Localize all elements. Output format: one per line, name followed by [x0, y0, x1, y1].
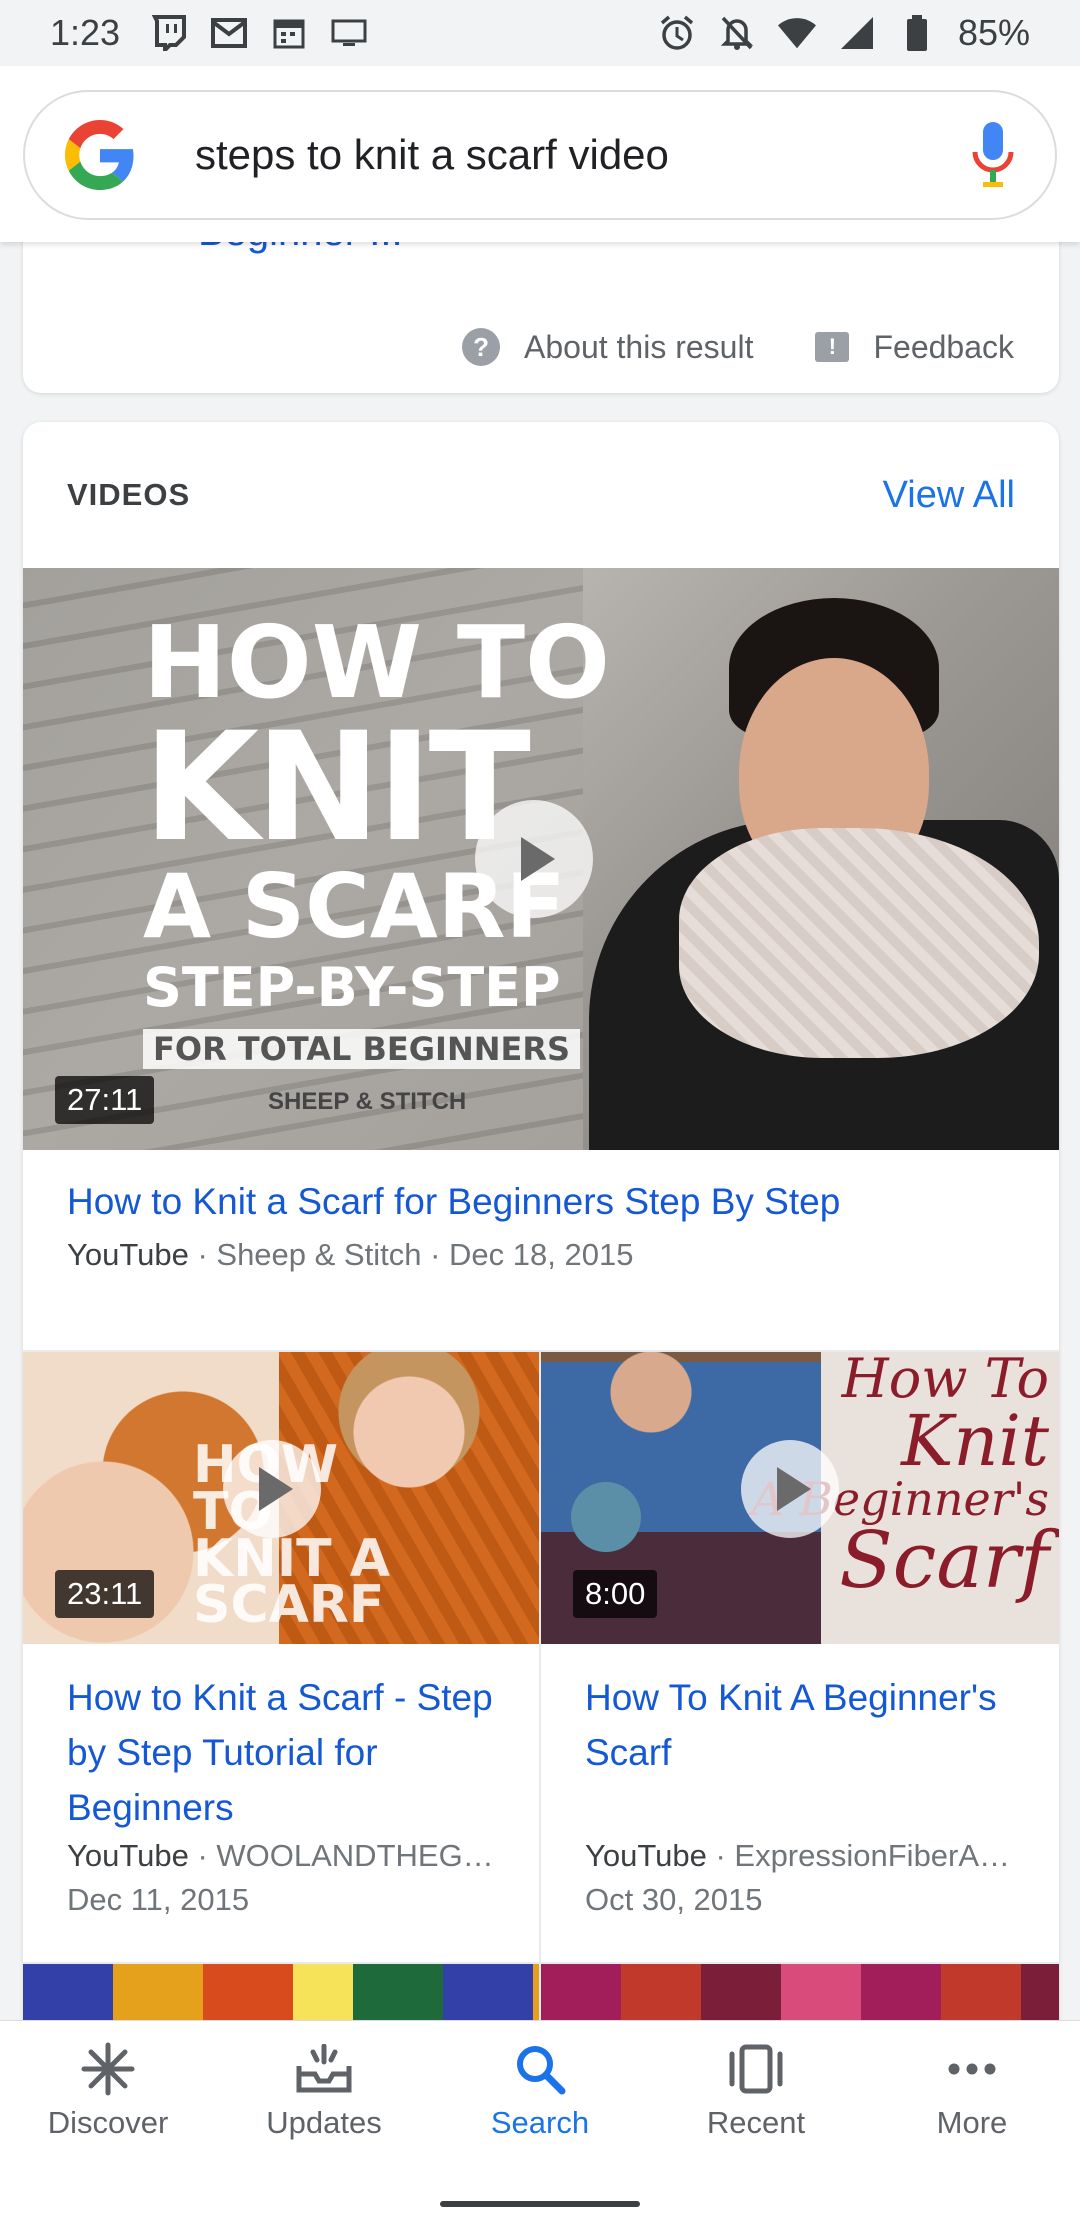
recent-cards-icon — [726, 2041, 786, 2097]
nav-label: Updates — [266, 2105, 382, 2140]
video-thumbnail[interactable]: How To Knit A Beginner's Scarf 8:00 — [541, 1352, 1059, 1644]
video-date: Oct 30, 2015 — [585, 1882, 763, 1917]
nav-updates[interactable]: Updates — [216, 2021, 432, 2161]
more-video-thumbnails — [23, 1964, 1059, 2024]
signal-icon — [838, 14, 876, 52]
nav-label: Recent — [706, 2105, 806, 2140]
play-icon[interactable] — [475, 800, 593, 918]
video-title-link[interactable]: How To Knit A Beginner's Scarf — [585, 1670, 1029, 1780]
nav-recent[interactable]: Recent — [648, 2021, 864, 2161]
video-date: Dec 11, 2015 — [67, 1882, 250, 1917]
feedback-link[interactable]: Feedback — [873, 329, 1014, 366]
nav-label: Search — [490, 2105, 590, 2140]
status-bar: 1:23 85% — [0, 0, 1080, 66]
video-duration: 27:11 — [55, 1076, 155, 1124]
google-logo-icon — [65, 120, 134, 190]
about-this-result-link[interactable]: About this result — [524, 329, 753, 366]
asterisk-icon — [78, 2041, 138, 2097]
gmail-icon — [210, 14, 248, 52]
video-source: YouTube — [585, 1838, 707, 1873]
battery-percent: 85% — [957, 12, 1030, 53]
more-dots-icon — [942, 2041, 1002, 2097]
feedback-icon[interactable]: ! — [815, 332, 850, 362]
video-info: How To Knit A Beginner's Scarf YouTube ·… — [541, 1644, 1059, 1964]
play-icon[interactable] — [223, 1440, 321, 1538]
videos-section-label: VIDEOS — [67, 477, 191, 512]
videos-card: VIDEOS View All HOW TO KNIT A SCARF STEP… — [23, 422, 1059, 2032]
video-item[interactable]: How To Knit A Beginner's Scarf 8:00 How … — [541, 1352, 1059, 1964]
video-thumbnail[interactable] — [541, 1964, 1059, 2024]
nav-label: More — [936, 2105, 1008, 2140]
view-all-link[interactable]: View All — [883, 474, 1015, 517]
cast-icon — [330, 14, 368, 52]
video-channel: WOOLANDTHEG… — [216, 1838, 494, 1873]
video-grid: HOW TO KNIT A SCARF 23:11 How to Knit a … — [23, 1352, 1059, 1964]
bottom-navigation: Discover Updates Search Recent More — [0, 2020, 1080, 2220]
inbox-icon — [294, 2041, 354, 2097]
gesture-home-bar[interactable] — [440, 2201, 640, 2207]
search-header: steps to knit a scarf video — [0, 66, 1080, 242]
video-channel: Sheep & Stitch — [216, 1237, 422, 1272]
video-meta: YouTube · ExpressionFiberA… Oct 30, 2015 — [585, 1834, 1025, 1922]
notification-icons — [150, 14, 368, 52]
featured-video-thumbnail[interactable]: HOW TO KNIT A SCARF STEP-BY-STEP FOR TOT… — [23, 568, 1059, 1150]
nav-label: Discover — [47, 2105, 169, 2140]
nav-more[interactable]: More — [864, 2021, 1080, 2161]
nav-search[interactable]: Search — [432, 2021, 648, 2161]
video-duration: 23:11 — [55, 1570, 155, 1618]
play-icon[interactable] — [741, 1440, 839, 1538]
search-query[interactable]: steps to knit a scarf video — [195, 131, 971, 179]
video-title-link[interactable]: How to Knit a Scarf for Beginners Step B… — [67, 1174, 1015, 1229]
video-info: How to Knit a Scarf - Step by Step Tutor… — [23, 1644, 539, 1964]
help-icon[interactable]: ? — [462, 328, 501, 366]
thumbnail-person — [589, 568, 1059, 1150]
calendar-icon — [270, 14, 308, 52]
wifi-icon — [777, 14, 816, 52]
nav-discover[interactable]: Discover — [0, 2021, 216, 2161]
video-thumbnail[interactable]: HOW TO KNIT A SCARF 23:11 — [23, 1352, 539, 1644]
search-icon — [510, 2041, 570, 2097]
video-meta: YouTube · Sheep & Stitch · Dec 18, 2015 — [67, 1237, 634, 1272]
alarm-icon — [658, 14, 696, 52]
twitch-icon — [150, 14, 188, 52]
notifications-off-icon — [718, 14, 756, 52]
video-source: YouTube — [67, 1237, 189, 1272]
video-thumbnail[interactable] — [23, 1964, 541, 2024]
search-bar[interactable]: steps to knit a scarf video — [23, 90, 1057, 220]
featured-video-info: How to Knit a Scarf for Beginners Step B… — [23, 1150, 1059, 1352]
result-footer: ? About this result ! Feedback — [462, 328, 1014, 366]
thumbnail-brand: SHEEP & STITCH — [268, 1088, 467, 1115]
video-duration: 8:00 — [573, 1570, 658, 1618]
battery-icon — [898, 14, 936, 52]
videos-header: VIDEOS View All — [23, 422, 1059, 568]
system-icons: 85% — [658, 12, 1030, 54]
video-title-link[interactable]: How to Knit a Scarf - Step by Step Tutor… — [67, 1670, 509, 1835]
video-source: YouTube — [67, 1838, 189, 1873]
microphone-icon[interactable] — [971, 120, 1015, 190]
video-date: Dec 18, 2015 — [449, 1237, 634, 1272]
video-meta: YouTube · WOOLANDTHEG… Dec 11, 2015 — [67, 1834, 507, 1922]
video-item[interactable]: HOW TO KNIT A SCARF 23:11 How to Knit a … — [23, 1352, 541, 1964]
status-time: 1:23 — [50, 12, 121, 53]
video-channel: ExpressionFiberA… — [734, 1838, 1011, 1873]
